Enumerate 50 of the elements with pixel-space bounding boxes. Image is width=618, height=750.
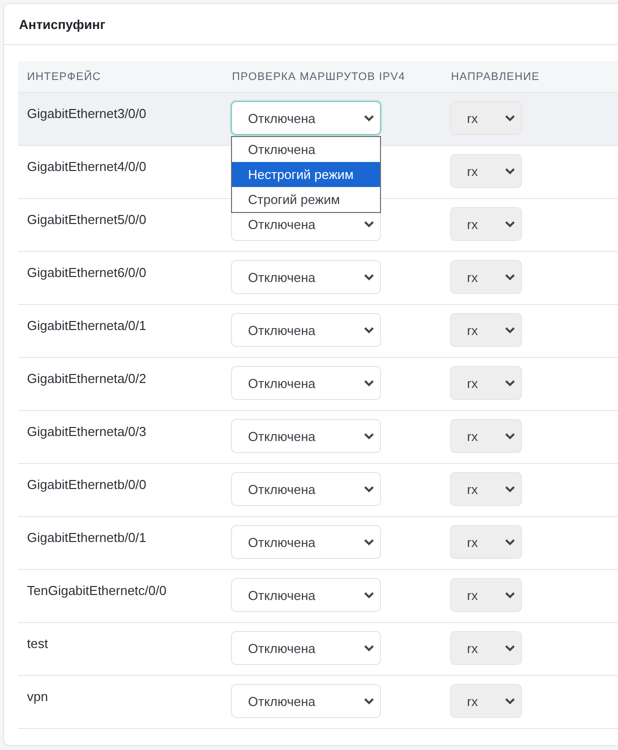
chevron-down-icon bbox=[364, 644, 374, 652]
interface-name: GigabitEthernetb/0/1 bbox=[26, 529, 146, 545]
interface-name: GigabitEthernetb/0/0 bbox=[26, 476, 146, 492]
mode-select[interactable]: Отключена bbox=[231, 260, 381, 294]
chevron-down-icon bbox=[505, 698, 515, 704]
column-header: ИНТЕРФЕЙС bbox=[26, 70, 102, 82]
chevron-down-icon bbox=[505, 592, 515, 598]
chevron-down-icon bbox=[505, 432, 515, 440]
mode-select[interactable]: Отключена bbox=[231, 313, 381, 347]
mode-select[interactable]: Отключена bbox=[231, 101, 381, 135]
chevron-down-icon bbox=[364, 274, 374, 280]
card-title: Антиспуфинг bbox=[19, 16, 106, 32]
mode-select[interactable]: Отключена bbox=[231, 419, 381, 453]
interface-name: vpn bbox=[26, 688, 48, 704]
mode-select[interactable]: Отключена bbox=[231, 525, 381, 559]
chevron-down-icon bbox=[364, 326, 374, 334]
interface-name: GigabitEtherneta/0/3 bbox=[26, 423, 146, 439]
mode-select[interactable]: Отключена bbox=[231, 578, 381, 612]
chevron-down-icon bbox=[364, 592, 374, 598]
chevron-down-icon bbox=[364, 114, 374, 122]
interface-name: GigabitEthernet6/0/0 bbox=[26, 264, 146, 280]
column-header: НАПРАВЛЕНИЕ bbox=[450, 70, 540, 82]
interface-name: GigabitEtherneta/0/2 bbox=[26, 370, 146, 386]
column-header: ПРОВЕРКА МАРШРУТОВ IPV4 bbox=[231, 70, 406, 82]
chevron-down-icon bbox=[364, 698, 374, 704]
chevron-down-icon bbox=[505, 644, 515, 652]
mode-select[interactable]: Отключена bbox=[231, 472, 381, 506]
interface-name: TenGigabitEthernetc/0/0 bbox=[26, 582, 166, 598]
chevron-down-icon bbox=[364, 220, 374, 228]
interface-name: GigabitEthernet5/0/0 bbox=[26, 211, 146, 227]
interface-name: test bbox=[26, 635, 48, 651]
chevron-down-icon bbox=[505, 114, 515, 122]
chevron-down-icon bbox=[364, 380, 374, 386]
mode-select[interactable]: Отключена bbox=[231, 631, 381, 665]
chevron-down-icon bbox=[505, 326, 515, 334]
chevron-down-icon bbox=[505, 274, 515, 280]
interface-name: GigabitEthernet4/0/0 bbox=[26, 158, 146, 174]
chevron-down-icon bbox=[505, 538, 515, 546]
mode-select[interactable]: Отключена bbox=[231, 684, 381, 718]
chevron-down-icon bbox=[505, 168, 515, 174]
chevron-down-icon bbox=[364, 486, 374, 492]
chevron-down-icon bbox=[364, 432, 374, 440]
chevron-down-icon bbox=[505, 486, 515, 492]
mode-select[interactable]: Отключена bbox=[231, 366, 381, 400]
chevron-down-icon bbox=[505, 220, 515, 228]
chevron-down-icon bbox=[505, 380, 515, 386]
dropdown-option[interactable]: Нестрогий режим bbox=[232, 162, 380, 187]
chevron-down-icon bbox=[364, 538, 374, 546]
interface-name: GigabitEtherneta/0/1 bbox=[26, 317, 146, 333]
interface-name: GigabitEthernet3/0/0 bbox=[26, 105, 146, 121]
